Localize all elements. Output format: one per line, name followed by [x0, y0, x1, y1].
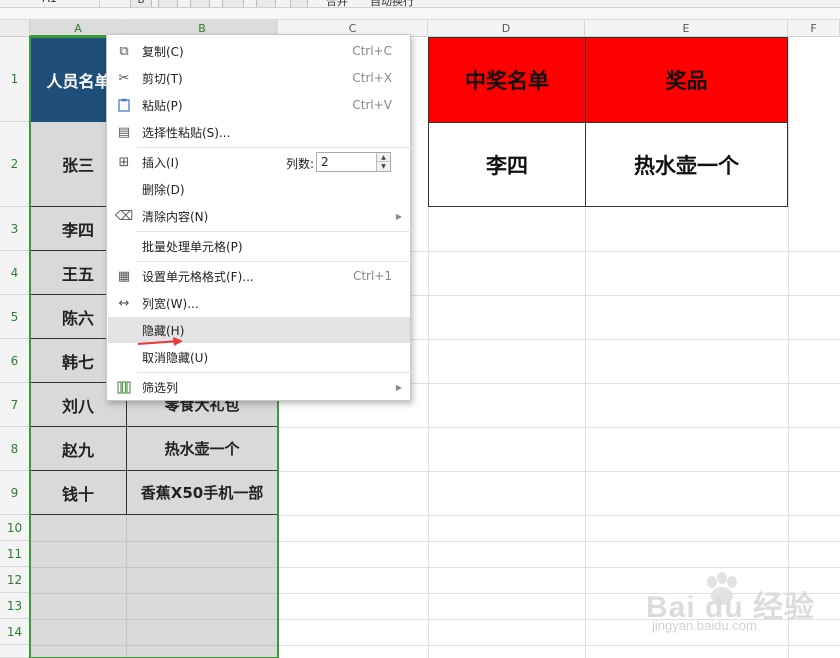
format-cells-icon: ▦: [117, 268, 131, 284]
paste-special-icon: ▤: [117, 124, 131, 140]
copy-icon: ⧉: [119, 43, 129, 59]
menu-item-column-width[interactable]: ↔ 列宽(W)...: [108, 290, 410, 316]
column-width-icon: ↔: [118, 295, 130, 311]
menu-item-label: 清除内容(N): [142, 209, 209, 224]
column-header-f[interactable]: F: [788, 20, 840, 37]
menu-separator: [137, 147, 411, 148]
menu-item-label: 删除(D): [142, 182, 185, 197]
menu-separator: [137, 372, 411, 373]
row-header-14[interactable]: 14: [0, 619, 30, 645]
row-header-4[interactable]: 4: [0, 251, 30, 295]
menu-separator: [137, 261, 411, 262]
menu-item-insert[interactable]: ⊞ 插入(I) 列数: 2 ▲ ▼: [108, 149, 410, 175]
cell-d1-header[interactable]: 中奖名单: [428, 37, 586, 123]
bold-button[interactable]: B: [130, 0, 152, 7]
gridline: [30, 593, 278, 594]
gridline: [30, 619, 278, 620]
align-button[interactable]: [256, 0, 276, 7]
menu-item-paste[interactable]: 粘贴(P) Ctrl+V: [108, 92, 410, 118]
menu-item-paste-special[interactable]: ▤ 选择性粘贴(S)...: [108, 119, 410, 145]
paste-icon: [116, 97, 132, 113]
cell-e1-header[interactable]: 奖品: [585, 37, 788, 123]
row-header-3[interactable]: 3: [0, 207, 30, 251]
menu-item-shortcut: Ctrl+1: [352, 269, 392, 283]
cell-b9[interactable]: 香蕉X50手机一部: [127, 471, 278, 515]
fill-color-button[interactable]: [158, 0, 178, 7]
formula-bar-strip: [0, 8, 840, 20]
row-header-1[interactable]: 1: [0, 37, 30, 122]
scissors-icon: ✂: [118, 70, 130, 86]
baidu-jingyan-watermark: Bai du 经验 jingyan.baidu.com: [632, 572, 832, 652]
row-header-7[interactable]: 7: [0, 383, 30, 427]
stepper-down-icon[interactable]: ▼: [377, 162, 390, 171]
menu-item-label: 取消隐藏(U): [142, 350, 209, 365]
merge-button[interactable]: 合并: [326, 0, 348, 7]
menu-item-clear-contents[interactable]: ⌫ 清除内容(N) ▶: [108, 203, 410, 229]
eraser-icon: ⌫: [114, 208, 134, 224]
menu-item-batch-cells[interactable]: 批量处理单元格(P): [108, 233, 410, 259]
toolbar: A1 B 合并 自动换行: [0, 0, 840, 8]
annotation-arrow-icon: [137, 337, 183, 346]
menu-item-cut[interactable]: ✂ 剪切(T) Ctrl+X: [108, 65, 410, 91]
gridline: [126, 515, 127, 658]
menu-item-label: 设置单元格格式(F)...: [142, 269, 254, 284]
menu-item-label: 复制(C): [142, 44, 184, 59]
row-header-15[interactable]: [0, 645, 30, 658]
menu-item-filter-columns[interactable]: 筛选列 ▶: [108, 374, 410, 400]
name-box[interactable]: A1: [0, 0, 100, 7]
menu-item-label: 列宽(W)...: [142, 296, 199, 311]
menu-item-label: 插入(I): [142, 155, 179, 170]
menu-item-label: 批量处理单元格(P): [142, 239, 243, 254]
menu-item-shortcut: Ctrl+X: [352, 71, 392, 85]
insert-count-value[interactable]: 2: [321, 155, 329, 169]
row-header-10[interactable]: 10: [0, 515, 30, 541]
menu-item-label: 粘贴(P): [142, 98, 183, 113]
border-button[interactable]: [222, 0, 244, 7]
cell-a8[interactable]: 赵九: [30, 427, 127, 471]
row-header-2[interactable]: 2: [0, 122, 30, 207]
row-header-5[interactable]: 5: [0, 295, 30, 339]
select-all-corner[interactable]: [0, 20, 30, 37]
menu-item-label: 剪切(T): [142, 71, 183, 86]
menu-separator: [137, 231, 411, 232]
gridline: [788, 37, 789, 658]
wrap-icon-button[interactable]: [290, 0, 308, 7]
menu-item-delete[interactable]: 删除(D): [108, 176, 410, 202]
row-header-9[interactable]: 9: [0, 471, 30, 515]
cell-a9[interactable]: 钱十: [30, 471, 127, 515]
row-header-13[interactable]: 13: [0, 593, 30, 619]
cell-e2[interactable]: 热水壶一个: [585, 122, 788, 207]
cell-b8[interactable]: 热水壶一个: [127, 427, 278, 471]
row-header-11[interactable]: 11: [0, 541, 30, 567]
submenu-arrow-icon: ▶: [395, 382, 402, 392]
column-header-d[interactable]: D: [428, 20, 585, 37]
watermark-url: jingyan.baidu.com: [652, 618, 757, 633]
gridline: [30, 645, 278, 646]
row-header-12[interactable]: 12: [0, 567, 30, 593]
stepper-buttons: ▲ ▼: [376, 153, 390, 171]
filter-columns-icon: [116, 379, 132, 395]
gridline: [30, 567, 278, 568]
font-color-button[interactable]: [190, 0, 210, 7]
menu-item-shortcut: Ctrl+C: [352, 44, 392, 58]
submenu-arrow-icon: ▶: [395, 211, 402, 221]
stepper-up-icon[interactable]: ▲: [377, 153, 390, 162]
menu-item-shortcut: Ctrl+V: [352, 98, 392, 112]
cell-d2[interactable]: 李四: [428, 122, 586, 207]
insert-icon: ⊞: [118, 154, 130, 170]
menu-item-label: 选择性粘贴(S)...: [142, 125, 231, 140]
row-header-8[interactable]: 8: [0, 427, 30, 471]
gridline: [30, 541, 278, 542]
menu-item-label: 筛选列: [142, 380, 179, 395]
row-header-6[interactable]: 6: [0, 339, 30, 383]
menu-item-format-cells[interactable]: ▦ 设置单元格格式(F)... Ctrl+1: [108, 263, 410, 289]
column-header-e[interactable]: E: [585, 20, 788, 37]
insert-count-label: 列数:: [286, 157, 315, 171]
autowrap-button[interactable]: 自动换行: [370, 0, 414, 7]
insert-count-stepper[interactable]: 2 ▲ ▼: [316, 152, 391, 172]
menu-item-copy[interactable]: ⧉ 复制(C) Ctrl+C: [108, 38, 410, 64]
